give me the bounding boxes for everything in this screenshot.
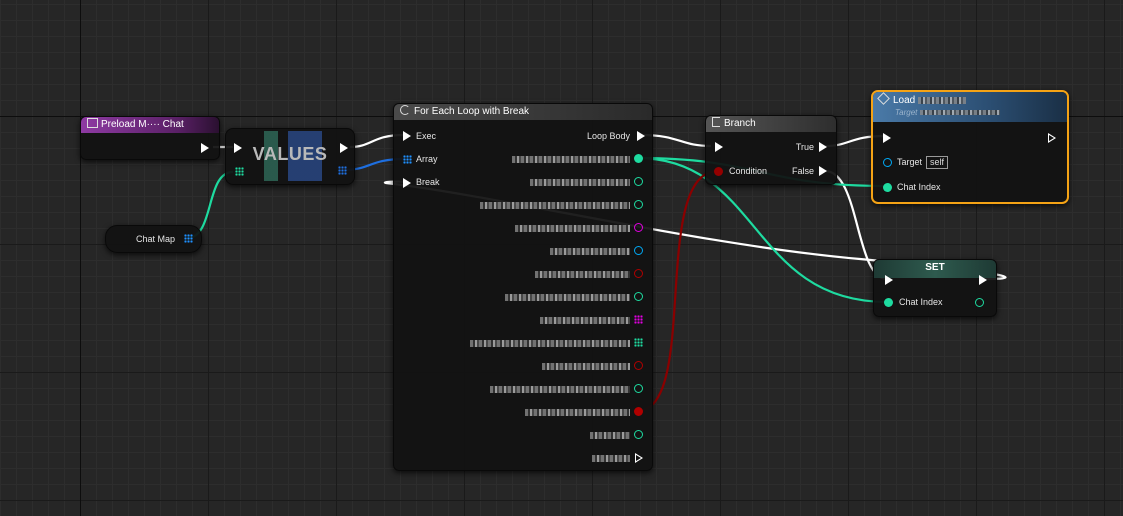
struct-field-label xyxy=(515,222,630,234)
set-node[interactable]: SET Chat Index xyxy=(873,259,997,317)
array-element-label xyxy=(512,153,630,165)
set-chat-index-in-pin[interactable] xyxy=(884,298,893,307)
load-target-pin[interactable] xyxy=(883,158,892,167)
for-each-loop-node[interactable]: For Each Loop with Break Exec Array Brea… xyxy=(393,103,653,471)
completed-label xyxy=(592,452,630,464)
struct-field-out-pin[interactable] xyxy=(634,269,643,278)
struct-field-out-pin[interactable] xyxy=(634,292,643,301)
values-exec-in-pin[interactable] xyxy=(234,143,242,153)
struct-field-out-pin[interactable] xyxy=(634,361,643,370)
for-each-break-label: Break xyxy=(416,177,440,187)
struct-field-label xyxy=(505,291,630,303)
struct-field-label xyxy=(525,406,630,418)
chat-map-label: Chat Map xyxy=(136,234,176,244)
load-exec-in-pin[interactable] xyxy=(883,133,891,143)
branch-false-label: False xyxy=(791,166,814,176)
load-subtitle-obscured xyxy=(919,110,1000,116)
for-each-header: For Each Loop with Break xyxy=(394,104,652,120)
branch-node[interactable]: Branch Condition True False xyxy=(705,115,837,185)
load-header: Load Target xyxy=(873,92,1067,122)
struct-field-out-pin[interactable] xyxy=(634,384,643,393)
struct-field-label xyxy=(535,268,630,280)
branch-exec-in-pin[interactable] xyxy=(715,142,723,152)
load-target-label: Target xyxy=(897,157,923,167)
struct-field-out-pin[interactable] xyxy=(634,200,643,209)
for-each-array-label: Array xyxy=(416,154,438,164)
map-icon[interactable] xyxy=(184,234,193,243)
struct-field-out-pin[interactable] xyxy=(634,338,643,347)
event-node[interactable]: Preload M···· Chat xyxy=(80,116,220,160)
load-title-obscured xyxy=(918,96,967,104)
load-function-node[interactable]: Load Target Target self Chat Index xyxy=(871,90,1069,204)
struct-field-out-pin[interactable] xyxy=(634,177,643,186)
for-each-title: For Each Loop with Break xyxy=(414,106,530,117)
load-target-field[interactable]: self xyxy=(926,156,949,169)
branch-header: Branch xyxy=(706,116,836,132)
event-icon xyxy=(87,118,98,128)
event-exec-out-pin[interactable] xyxy=(201,143,209,153)
for-each-array-in-pin[interactable] xyxy=(403,155,412,164)
load-subtitle: Target xyxy=(895,108,918,117)
struct-field-label xyxy=(590,429,630,441)
branch-title: Branch xyxy=(724,118,756,129)
struct-field-label xyxy=(470,337,630,349)
load-title: Load xyxy=(893,95,916,106)
event-title: Preload M···· Chat xyxy=(101,119,184,130)
values-exec-out-pin[interactable] xyxy=(340,143,348,153)
completed-exec-out-pin[interactable] xyxy=(635,453,643,463)
branch-icon xyxy=(712,117,720,127)
loop-icon xyxy=(400,105,410,115)
set-chat-index-out-pin[interactable] xyxy=(975,298,984,307)
function-icon xyxy=(877,92,890,105)
values-title: VALUES xyxy=(252,144,328,164)
for-each-exec-in-pin[interactable] xyxy=(403,131,411,141)
loop-body-label: Loop Body xyxy=(586,131,630,141)
load-target-row: Target self xyxy=(897,156,949,169)
for-each-break-in-pin[interactable] xyxy=(403,178,411,188)
load-exec-out-pin[interactable] xyxy=(1048,133,1056,143)
struct-field-out-pin[interactable] xyxy=(634,430,643,439)
values-node[interactable]: VALUES xyxy=(225,128,355,185)
struct-field-label xyxy=(550,245,630,257)
values-map-in-pin[interactable] xyxy=(235,167,244,176)
array-element-out-pin[interactable] xyxy=(634,154,643,163)
chat-map-node[interactable]: Chat Map xyxy=(105,225,202,253)
struct-field-label xyxy=(480,199,630,211)
branch-false-out-pin[interactable] xyxy=(819,166,827,176)
for-each-exec-label: Exec xyxy=(416,131,437,141)
load-chat-index-pin[interactable] xyxy=(883,183,892,192)
struct-field-out-pin[interactable] xyxy=(634,315,643,324)
bool-out-pin[interactable] xyxy=(634,407,643,416)
struct-field-label xyxy=(542,360,630,372)
branch-true-label: True xyxy=(795,142,814,152)
branch-condition-pin[interactable] xyxy=(714,167,723,176)
struct-field-label xyxy=(540,314,630,326)
branch-condition-label: Condition xyxy=(729,166,768,176)
event-node-header: Preload M···· Chat xyxy=(81,117,219,133)
load-chat-index-label: Chat Index xyxy=(897,182,941,192)
set-title: SET xyxy=(925,262,945,273)
set-exec-out-pin[interactable] xyxy=(979,275,987,285)
struct-field-label xyxy=(490,383,630,395)
loop-body-out-pin[interactable] xyxy=(637,131,645,141)
struct-field-out-pin[interactable] xyxy=(634,246,643,255)
struct-field-out-pin[interactable] xyxy=(634,223,643,232)
values-array-out-pin[interactable] xyxy=(338,166,347,175)
set-chat-index-label: Chat Index xyxy=(899,297,943,307)
branch-true-out-pin[interactable] xyxy=(819,142,827,152)
struct-field-label xyxy=(530,176,630,188)
set-exec-in-pin[interactable] xyxy=(885,275,893,285)
